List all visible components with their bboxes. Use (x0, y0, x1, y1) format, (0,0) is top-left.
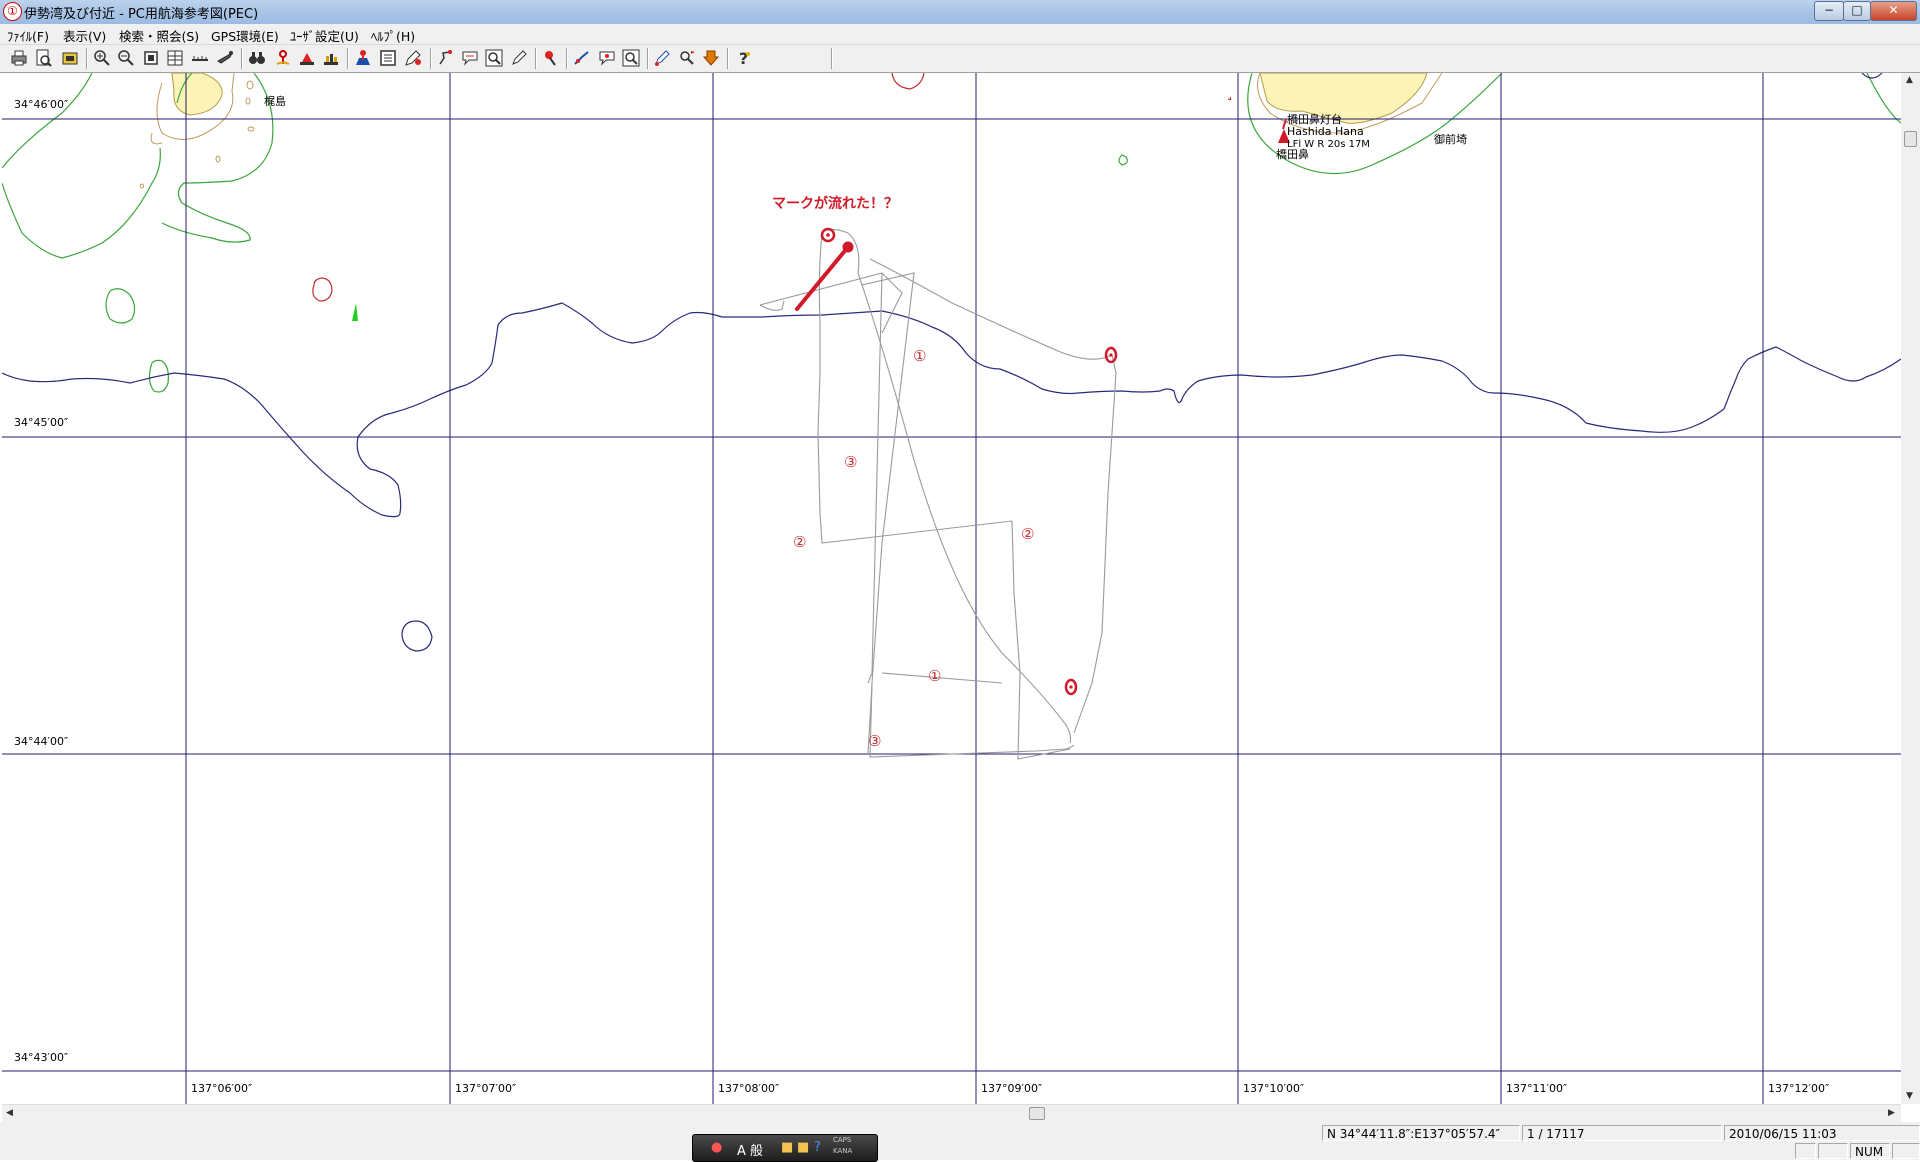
lon-label: 137°06′00″ (191, 1082, 252, 1095)
num-lock-indicator: NUM (1850, 1143, 1890, 1159)
window-title: 伊勢湾及び付近 - PC用航海参考図(PEC) (24, 7, 259, 22)
track-icon[interactable] (572, 48, 592, 68)
print-preview-icon[interactable] (33, 48, 53, 68)
menu-user-settings[interactable]: ﾕｰｻﾞ設定(U) (290, 26, 359, 45)
flag-search-icon[interactable] (677, 48, 697, 68)
save-icon[interactable] (60, 48, 80, 68)
menu-help[interactable]: ﾍﾙﾌﾟ(H) (371, 26, 415, 45)
lighthouse-en-label: Hashida Hana (1287, 125, 1364, 138)
horizontal-scroll-thumb[interactable] (1029, 1107, 1045, 1120)
note-icon[interactable] (460, 48, 480, 68)
zoom-out-icon[interactable] (116, 48, 136, 68)
menu-file[interactable]: ﾌｧｲﾙ(F) (7, 26, 49, 45)
magnifier-icon[interactable] (484, 48, 504, 68)
status-empty-2 (1818, 1143, 1848, 1159)
vertical-scrollbar[interactable]: ▲ ▼ (1901, 73, 1920, 1104)
tide-icon[interactable] (273, 48, 293, 68)
kana-indicator: KANA (833, 1147, 853, 1155)
caps-indicator: CAPS (833, 1136, 852, 1144)
green-buoy-icon (352, 303, 358, 321)
route-icon[interactable] (436, 48, 456, 68)
nautical-chart[interactable]: 34°46′00″ 34°45′00″ 34°44′00″ 34°43′00″ … (2, 73, 1901, 1104)
ime-mode[interactable]: A 般 (737, 1140, 763, 1159)
status-bar: N 34°44′11.8″:E137°05′57.4″ 1 / 17117 20… (0, 1122, 1920, 1160)
ship-icon[interactable] (215, 48, 235, 68)
cape-land (1259, 73, 1428, 124)
lon-label: 137°10′00″ (1243, 1082, 1304, 1095)
status-empty-3 (1892, 1143, 1920, 1159)
menu-search[interactable]: 検索・照会(S) (119, 26, 199, 45)
menu-gps[interactable]: GPS環境(E) (211, 26, 279, 45)
scroll-down-icon[interactable]: ▼ (1906, 1091, 1913, 1101)
arrow-down-icon[interactable] (701, 48, 721, 68)
lat-label: 34°43′00″ (14, 1051, 68, 1064)
datetime-readout: 2010/06/15 11:03 (1724, 1125, 1920, 1141)
scale-readout: 1 / 17117 (1522, 1125, 1722, 1141)
app-icon[interactable]: ① (3, 2, 22, 21)
shallow-contour-west (2, 73, 93, 169)
printer-icon[interactable] (9, 48, 29, 68)
scroll-right-icon[interactable]: ▶ (1888, 1108, 1895, 1118)
close-button[interactable]: ✕ (1870, 1, 1917, 21)
layers-icon[interactable] (165, 48, 185, 68)
menu-view[interactable]: 表示(V) (63, 26, 106, 45)
depth-contour (2, 302, 1901, 518)
maximize-button[interactable]: □ (1843, 1, 1871, 21)
ime-language-bar[interactable]: ● A 般 ■ ■ ? CAPS KANA (692, 1134, 878, 1162)
svg-text:?: ? (739, 49, 748, 68)
track-mark-label: ① (928, 667, 941, 685)
zoom-in-icon[interactable] (92, 48, 112, 68)
search-area-icon[interactable] (621, 48, 641, 68)
document-icon[interactable] (378, 48, 398, 68)
lat-label: 34°45′00″ (14, 416, 68, 429)
pencil-icon[interactable] (509, 48, 529, 68)
minimize-button[interactable]: − (1814, 1, 1844, 21)
lat-label: 34°46′00″ (14, 98, 68, 111)
ime-icon[interactable]: ● (711, 1140, 722, 1155)
edit-mark-icon[interactable] (403, 48, 423, 68)
drift-line (795, 245, 850, 311)
track-mark-label: ① (913, 347, 926, 365)
lat-label: 34°44′00″ (14, 735, 68, 748)
position-readout: N 34°44′11.8″:E137°05′57.4″ (1322, 1125, 1520, 1141)
track-mark-label: ③ (868, 732, 881, 750)
lighthouse-icon[interactable] (321, 48, 341, 68)
scroll-up-icon[interactable]: ▲ (1906, 75, 1913, 85)
lon-label: 137°07′00″ (455, 1082, 516, 1095)
scroll-left-icon[interactable]: ◀ (6, 1108, 13, 1118)
gps-track (821, 228, 1075, 758)
track-mark-label: ② (1021, 525, 1034, 543)
ime-tools-icon[interactable]: ■ (797, 1140, 809, 1155)
pin-icon[interactable] (541, 48, 561, 68)
island-label: 梶島 (264, 94, 286, 108)
track-mark-label: ③ (844, 453, 857, 471)
lon-label: 137°11′00″ (1506, 1082, 1567, 1095)
buoy-icon[interactable] (297, 48, 317, 68)
lon-label: 137°08′00″ (718, 1082, 779, 1095)
person-marker-icon[interactable] (353, 48, 373, 68)
cape2-label: 御前埼 (1434, 132, 1467, 146)
toolbar: ? (0, 45, 1920, 73)
comment-icon[interactable] (597, 48, 617, 68)
lighthouse-label: 橋田鼻灯台 (1287, 112, 1342, 126)
vertical-scroll-thumb[interactable] (1904, 131, 1917, 147)
cape-label: 橋田鼻 (1276, 147, 1309, 161)
ime-help-icon[interactable]: ? (814, 1140, 821, 1155)
horizontal-scrollbar[interactable]: ◀ ▶ (2, 1104, 1901, 1122)
fit-window-icon[interactable] (141, 48, 161, 68)
binoculars-icon[interactable] (247, 48, 267, 68)
ime-pad-icon[interactable]: ■ (781, 1140, 793, 1155)
lon-label: 137°12′00″ (1768, 1082, 1829, 1095)
annotation-text: マークが流れた！？ (772, 195, 898, 212)
lon-label: 137°09′00″ (981, 1082, 1042, 1095)
help-icon[interactable]: ? (733, 48, 753, 68)
status-empty-1 (1795, 1143, 1816, 1159)
scale-ruler-icon[interactable] (190, 48, 210, 68)
draw-icon[interactable] (652, 48, 672, 68)
menu-bar: ﾌｧｲﾙ(F) 表示(V) 検索・照会(S) GPS環境(E) ﾕｰｻﾞ設定(U… (0, 24, 1920, 45)
track-mark-label: ② (793, 533, 806, 551)
title-bar: ① 伊勢湾及び付近 - PC用航海参考図(PEC) − □ ✕ (0, 0, 1920, 25)
